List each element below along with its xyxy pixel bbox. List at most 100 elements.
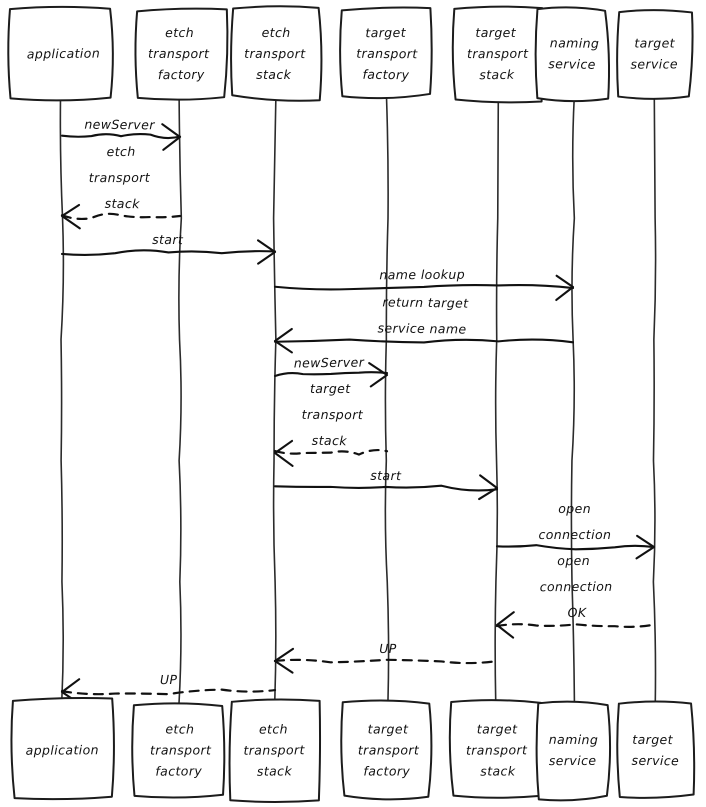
message-label: service name [377,320,466,336]
participant-footer-label-target-service: target [632,732,673,747]
participant-header-etch-transport-factory[interactable]: etch transport factory [134,7,229,101]
participant-header-label-target-service: service [630,56,678,71]
participant-footer-label-naming-service: service [549,753,597,768]
messages-layer: newServer etch transport stack start name loo… [60,117,656,705]
message-label: return target [382,294,469,310]
message-label: newServer [84,117,155,133]
sequence-diagram-canvas: newServer etch transport stack start name loo… [0,0,706,807]
participant-footer-label-target-service: service [632,753,680,768]
participant-header-label-target-transport-stack: target [475,25,516,40]
participant-footer-target-service[interactable]: target service [616,700,696,799]
message-1-etch-transport-stack[interactable]: etch transport stack [60,144,182,230]
participant-header-label-target-transport-factory: transport [356,46,418,61]
message-9-open-connection-ok[interactable]: open connection OK [495,553,656,639]
participant-header-label-target-service: target [634,35,675,50]
message-label: transport [302,407,364,422]
participant-footer-target-transport-stack[interactable]: target transport stack [448,699,544,799]
message-line [495,544,656,551]
participant-header-frame-naming-service [534,6,611,103]
message-2-start[interactable]: start [60,232,277,265]
lifeline-etch-transport-factory [178,96,183,704]
participant-footer-label-target-transport-factory: target [368,721,409,736]
message-line [273,371,389,378]
message-label: UP [379,641,397,656]
message-label: transport [89,170,151,185]
participant-header-label-etch-transport-stack: stack [256,67,292,82]
message-label: connection [538,527,611,542]
message-label: OK [568,605,588,620]
message-label: stack [105,196,141,211]
lifelines-layer [59,96,657,704]
message-arrowhead [478,474,499,501]
participant-header-target-service[interactable]: target service [616,9,694,100]
message-label: etch [107,144,136,159]
participant-footer-label-etch-transport-factory: factory [155,763,202,778]
bottom-participant-boxes: application etch transport factory etch trans… [10,696,696,803]
participant-footer-label-target-transport-factory: factory [363,763,410,778]
participant-footer-label-etch-transport-stack: stack [257,763,293,778]
message-line [273,658,499,665]
message-label: stack [312,433,348,449]
message-line [60,132,182,140]
participant-footer-etch-transport-factory[interactable]: etch transport factory [131,702,226,799]
participant-header-label-target-transport-factory: target [365,25,406,40]
message-line [273,448,389,456]
message-label: open [558,501,591,516]
participant-header-etch-transport-stack[interactable]: etch transport stack [230,5,323,102]
participant-header-label-target-transport-stack: stack [479,67,515,82]
participant-header-label-etch-transport-factory: factory [158,67,205,82]
participant-footer-label-etch-transport-factory: transport [150,742,212,757]
lifeline-etch-transport-stack [272,96,277,704]
message-line [273,284,575,291]
participant-header-target-transport-factory[interactable]: target transport factory [339,6,433,100]
participant-footer-label-target-transport-stack: target [477,721,518,736]
lifeline-target-service [652,96,657,704]
participant-header-label-etch-transport-factory: etch [165,25,194,40]
participant-header-label-etch-transport-stack: etch [262,25,291,40]
message-line [60,249,277,256]
lifeline-target-transport-factory [384,96,390,704]
participant-header-target-transport-stack[interactable]: target transport stack [451,5,545,104]
participant-footer-label-target-transport-stack: transport [466,742,528,757]
message-label: start [152,232,184,247]
lifeline-target-transport-stack [494,96,500,704]
participant-header-label-application: application [27,46,101,62]
participant-footer-naming-service[interactable]: naming service [535,700,612,802]
message-6-target-transport-stack[interactable]: target transport stack [273,381,389,467]
participant-header-label-naming-service: naming [550,35,600,51]
top-participant-boxes: application etch transport factory etch trans… [7,5,694,104]
message-label: UP [160,672,178,687]
participant-header-frame-target-service [616,9,694,100]
participant-header-label-target-transport-stack: transport [467,46,529,61]
message-10-up[interactable]: UP [273,641,499,674]
message-4-return-target-service-name[interactable]: return target service name [273,294,575,354]
message-8-open-connection[interactable]: open connection [495,501,656,560]
participant-footer-frame-target-service [616,700,696,799]
message-arrowhead [368,362,389,388]
lifeline-application [59,96,65,704]
participant-header-naming-service[interactable]: naming service [534,6,611,103]
message-line [60,688,277,696]
participant-header-label-target-transport-factory: factory [362,67,409,82]
participant-footer-frame-naming-service [535,700,612,802]
participant-footer-target-transport-factory[interactable]: target transport factory [340,699,433,801]
message-line [60,212,182,221]
message-label: connection [540,579,613,594]
participant-footer-etch-transport-stack[interactable]: etch transport stack [228,698,322,803]
participant-footer-label-etch-transport-stack: transport [243,742,305,758]
message-line [495,623,656,628]
message-label: newServer [294,355,365,371]
message-label: start [370,468,402,483]
message-label: open [557,553,590,568]
participant-header-label-etch-transport-factory: transport [148,46,210,61]
message-arrowhead [60,203,81,230]
participant-footer-label-naming-service: naming [549,732,599,747]
participant-header-application[interactable]: application [7,5,114,102]
participant-header-label-etch-transport-stack: transport [244,46,306,61]
participant-footer-label-etch-transport-stack: etch [259,721,288,736]
participant-header-label-naming-service: service [548,56,596,72]
message-label: target [310,381,351,396]
participant-footer-label-target-transport-factory: transport [358,742,420,757]
participant-footer-label-etch-transport-factory: etch [165,721,194,736]
participant-footer-application[interactable]: application [10,696,115,801]
